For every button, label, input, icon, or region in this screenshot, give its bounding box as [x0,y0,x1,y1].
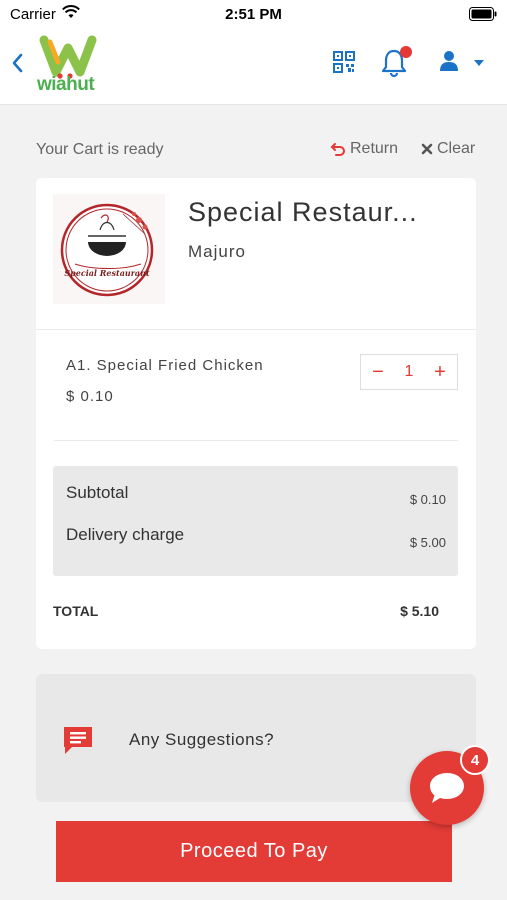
chat-bubble-icon [430,773,464,803]
divider [54,440,458,441]
subtotal-label: Subtotal [66,483,129,502]
item-name: A1. Special Fried Chicken [66,357,264,374]
restaurant-name: Special Restaur... [188,197,418,227]
status-bar: Carrier 2:51 PM [0,0,507,28]
subtotal-value: $ 0.10 [409,492,446,507]
app-header: wiahut [0,28,507,105]
decrease-button[interactable]: − [367,361,389,384]
battery-icon [469,7,497,21]
return-icon [330,143,345,156]
total-label: TOTAL [53,603,99,619]
total-value: $ 5.10 [400,603,439,619]
return-label: Return [350,140,399,157]
suggestions-label: Any Suggestions? [129,730,275,749]
increase-button[interactable]: + [429,361,451,384]
back-icon[interactable] [10,52,26,74]
logo-wordmark: wiahut [37,74,95,95]
delivery-value: $ 5.00 [409,535,446,550]
return-button[interactable]: Return [330,140,398,158]
divider [36,329,476,330]
caret-down-icon[interactable] [474,60,484,66]
qr-code-icon[interactable] [333,51,355,73]
cart-ready-label: Your Cart is ready [36,141,164,158]
proceed-to-pay-button[interactable]: Proceed To Pay [56,821,452,882]
user-icon[interactable] [438,50,460,72]
comment-icon [64,727,92,754]
quantity-stepper: − 1 + [360,354,458,390]
delivery-label: Delivery charge [66,525,185,544]
cart-card: Special Restaurant Special Restaur... Ma… [36,178,476,649]
restaurant-logo: Special Restaurant [53,194,165,304]
restaurant-logo-text: Special Restaurant [64,268,150,278]
restaurant-city: Majuro [188,242,246,261]
quantity-value: 1 [404,363,414,380]
item-price: $ 0.10 [66,388,114,405]
proceed-label: Proceed To Pay [180,840,328,862]
notification-dot [400,46,412,58]
chat-badge: 4 [460,745,490,775]
price-summary: Subtotal $ 0.10 Delivery charge $ 5.00 [53,466,458,576]
clear-button[interactable]: Clear [421,140,475,158]
clock: 2:51 PM [225,6,282,23]
clear-label: Clear [437,140,476,157]
close-icon [421,143,433,155]
